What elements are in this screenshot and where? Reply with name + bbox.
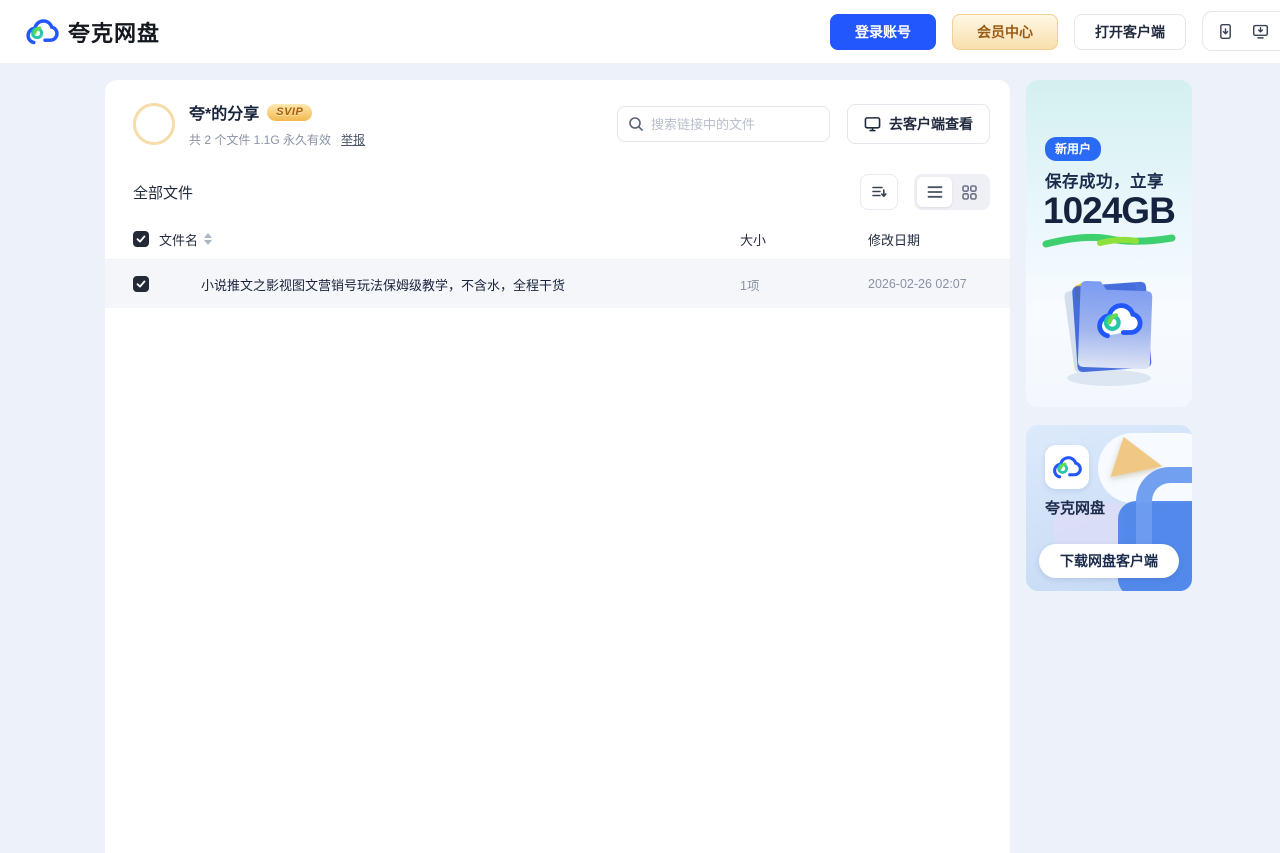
desktop-download-icon[interactable]: [1252, 23, 1269, 40]
column-header-modified[interactable]: 修改日期: [868, 230, 990, 249]
promo-banner-1024gb[interactable]: 新用户 保存成功，立享 1024GB: [1026, 80, 1192, 407]
folder-illustration: [1049, 252, 1169, 392]
grid-view-icon: [962, 185, 977, 200]
top-header: 夸克网盘 登录账号 会员中心 打开客户端: [0, 0, 1280, 64]
share-title: 夸*的分享: [189, 100, 259, 124]
open-client-button[interactable]: 打开客户端: [1074, 14, 1186, 50]
file-icon-placeholder: [149, 268, 197, 300]
vip-center-button[interactable]: 会员中心: [952, 14, 1058, 50]
row-checkbox[interactable]: [133, 276, 149, 292]
svip-badge: SVIP: [267, 104, 312, 121]
view-in-client-label: 去客户端查看: [889, 114, 973, 134]
name-sort-carets-icon[interactable]: [204, 233, 212, 245]
promo-line2: 1024GB: [1043, 190, 1175, 232]
download-client-button[interactable]: 下载网盘客户端: [1039, 544, 1179, 578]
share-meta-text: 共 2 个文件 1.1G 永久有效: [189, 131, 331, 148]
list-view-icon: [927, 185, 943, 199]
sharer-avatar: [133, 103, 175, 145]
select-all-checkbox[interactable]: [133, 231, 149, 247]
search-icon: [628, 116, 644, 132]
column-header-name[interactable]: 文件名: [159, 230, 198, 249]
section-title: 全部文件: [133, 182, 193, 203]
login-button[interactable]: 登录账号: [830, 14, 936, 50]
quark-app-icon: [1045, 445, 1089, 489]
download-apps-group: [1202, 11, 1280, 51]
promo-brand-name: 夸克网盘: [1045, 497, 1105, 518]
promo-banner-client[interactable]: 夸克网盘 下载网盘客户端: [1026, 425, 1192, 591]
grid-view-button[interactable]: [952, 177, 987, 207]
report-link[interactable]: 举报: [341, 131, 365, 148]
brand-name: 夸克网盘: [68, 16, 160, 48]
mobile-download-icon[interactable]: [1217, 23, 1234, 40]
monitor-icon: [864, 116, 881, 132]
list-view-button[interactable]: [917, 177, 952, 207]
file-size: 1项: [740, 275, 868, 294]
new-user-badge: 新用户: [1045, 137, 1101, 161]
sort-icon: [871, 184, 888, 200]
share-panel: 夸*的分享 SVIP 共 2 个文件 1.1G 永久有效 举报 去客户端查看: [105, 80, 1010, 853]
search-box[interactable]: [617, 106, 830, 142]
table-row[interactable]: 小说推文之影视图文营销号玩法保姆级教学，不含水，全程干货 1项 2026-02-…: [105, 260, 1010, 308]
file-name[interactable]: 小说推文之影视图文营销号玩法保姆级教学，不含水，全程干货: [201, 275, 740, 294]
quark-cloud-logo-icon: [24, 17, 60, 47]
view-mode-toggle: [914, 174, 990, 210]
sort-order-button[interactable]: [860, 174, 898, 210]
promo-line1: 保存成功，立享: [1045, 168, 1164, 192]
green-swoosh-icon: [1040, 232, 1178, 250]
search-input[interactable]: [651, 117, 811, 132]
column-header-size[interactable]: 大小: [740, 230, 868, 249]
file-modified-date: 2026-02-26 02:07: [868, 277, 990, 291]
view-in-client-button[interactable]: 去客户端查看: [847, 104, 990, 144]
file-table-header: 文件名 大小 修改日期: [105, 222, 1010, 256]
brand[interactable]: 夸克网盘: [24, 16, 160, 48]
